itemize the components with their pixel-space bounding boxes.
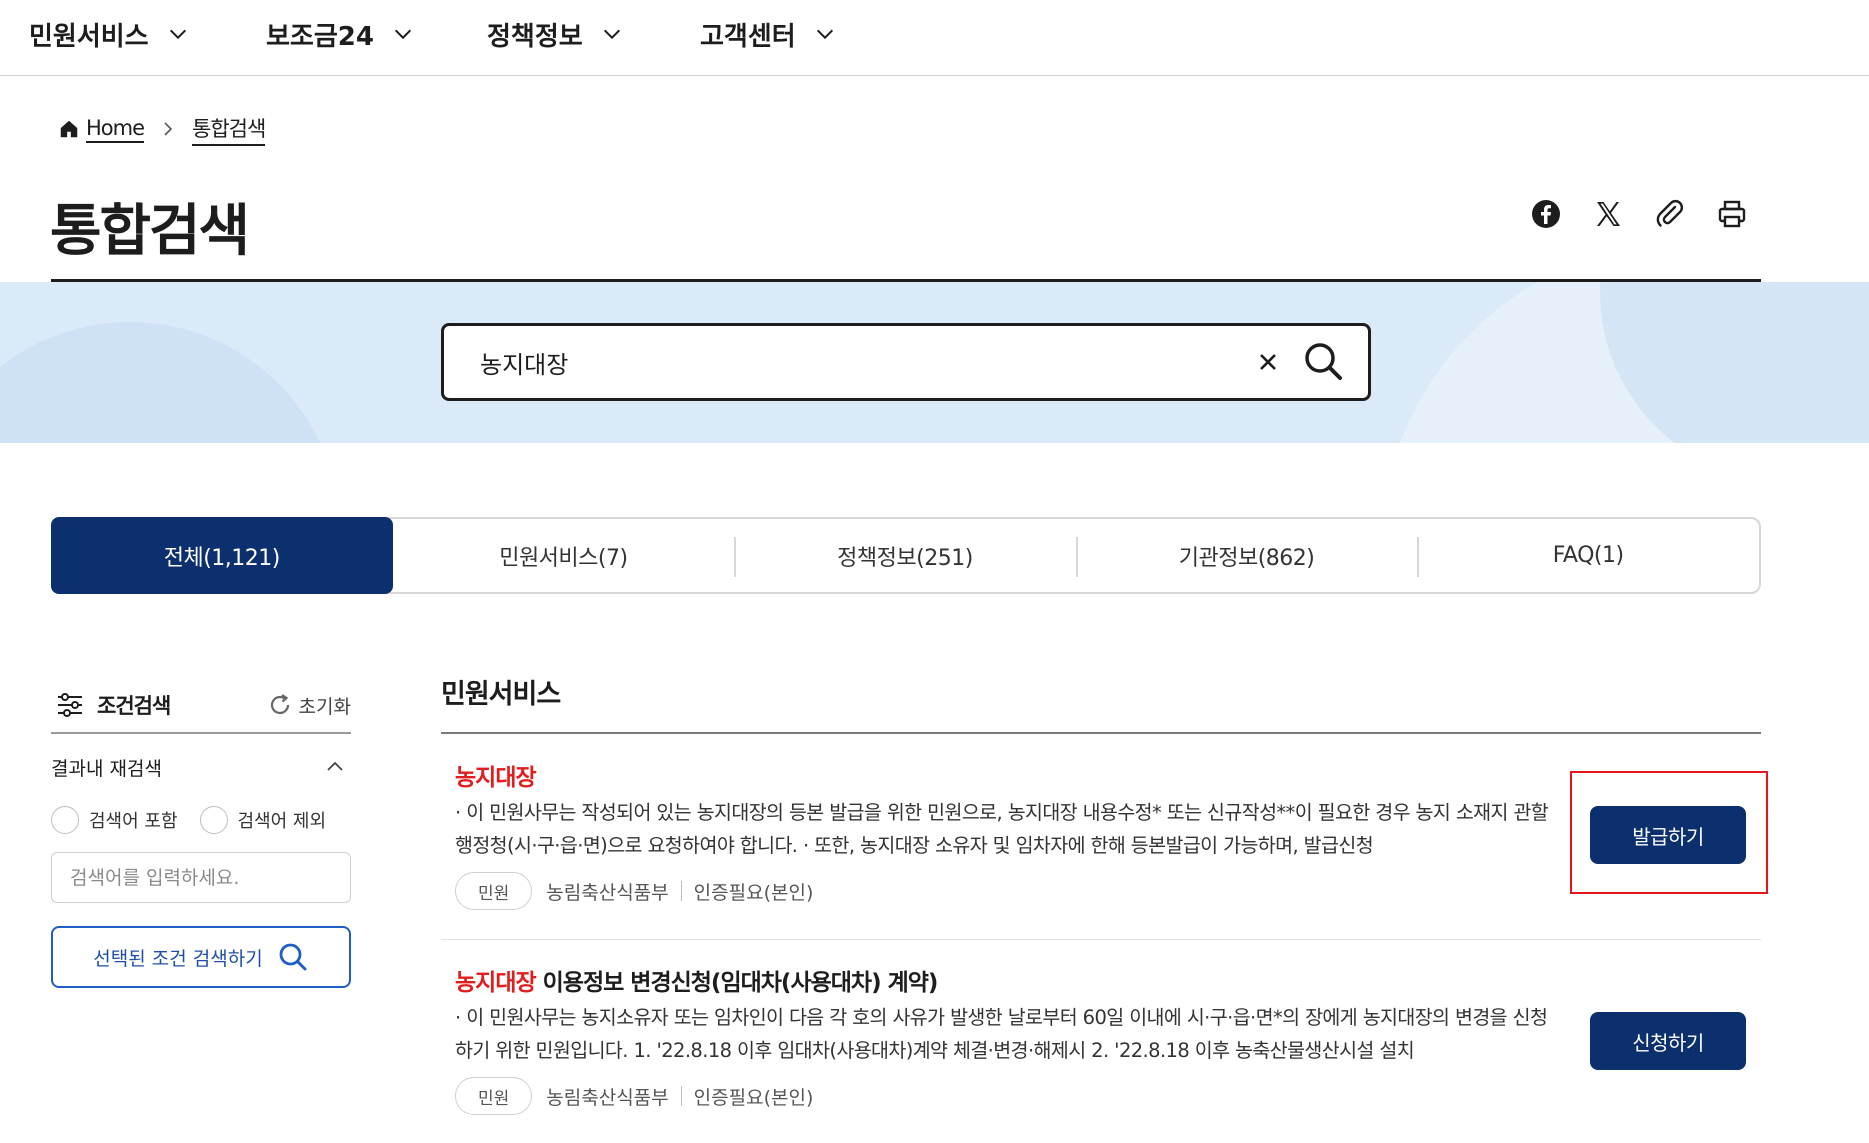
facebook-icon[interactable] bbox=[1530, 198, 1562, 230]
search-conditions-label: 선택된 조건 검색하기 bbox=[93, 947, 263, 970]
top-navigation: 민원서비스 보조금24 정책정보 고객센터 bbox=[0, 0, 1869, 76]
refine-search-header: 결과내 재검색 bbox=[51, 750, 351, 784]
tab-civil-service[interactable]: 민원서비스(7) bbox=[393, 519, 735, 592]
clear-icon[interactable] bbox=[1256, 350, 1280, 374]
result-item: 농지대장 · 이 민원사무는 작성되어 있는 농지대장의 등본 발급을 위한 민… bbox=[441, 758, 1761, 928]
result-title-highlight: 농지대장 bbox=[455, 970, 537, 996]
breadcrumb-home-link[interactable]: Home bbox=[86, 116, 145, 143]
result-description: · 이 민원사무는 작성되어 있는 농지대장의 등본 발급을 위한 민원으로, … bbox=[455, 801, 1549, 857]
section-title: 민원서비스 bbox=[441, 679, 561, 710]
chevron-right-icon bbox=[164, 122, 173, 136]
chevron-down-icon bbox=[169, 29, 186, 40]
breadcrumb-current[interactable]: 통합검색 bbox=[192, 113, 266, 146]
meta-divider bbox=[680, 1086, 682, 1106]
radio-circle bbox=[51, 806, 79, 834]
nav-item-label: 고객센터 bbox=[700, 21, 796, 52]
result-divider bbox=[441, 939, 1761, 940]
nav-item-label: 정책정보 bbox=[487, 21, 583, 52]
category-tabs: 전체(1,121) 민원서비스(7) 정책정보(251) 기관정보(862) F… bbox=[51, 517, 1761, 594]
chevron-down-icon bbox=[816, 29, 833, 40]
home-icon bbox=[60, 120, 78, 138]
nav-item-label: 민원서비스 bbox=[29, 21, 149, 52]
filter-sliders-icon bbox=[58, 693, 82, 717]
search-icon bbox=[279, 943, 307, 971]
tab-agency[interactable]: 기관정보(862) bbox=[1075, 519, 1418, 592]
share-toolbar bbox=[1530, 198, 1748, 230]
result-auth: 인증필요(본인) bbox=[693, 1086, 814, 1109]
banner-decoration bbox=[0, 322, 340, 443]
chevron-up-icon[interactable] bbox=[325, 757, 345, 777]
apply-button[interactable]: 신청하기 bbox=[1590, 1012, 1746, 1070]
search-box bbox=[441, 323, 1371, 401]
chevron-down-icon bbox=[603, 29, 620, 40]
x-icon[interactable] bbox=[1592, 198, 1624, 230]
result-title-highlight: 농지대장 bbox=[455, 765, 537, 791]
chevron-down-icon bbox=[394, 29, 411, 40]
refine-search-title: 결과내 재검색 bbox=[51, 757, 162, 780]
highlight-box bbox=[1570, 771, 1768, 894]
result-agency: 농림축산식품부 bbox=[546, 881, 669, 904]
refine-search-input[interactable] bbox=[51, 852, 351, 903]
result-tag: 민원 bbox=[455, 872, 533, 910]
filter-header: 조건검색 초기화 bbox=[55, 680, 351, 730]
exclude-keyword-radio[interactable]: 검색어 제외 bbox=[199, 806, 327, 834]
paperclip-icon[interactable] bbox=[1654, 198, 1686, 230]
reset-label: 초기화 bbox=[298, 695, 351, 718]
search-input[interactable] bbox=[480, 341, 1240, 383]
refine-options: 검색어 포함 검색어 제외 bbox=[51, 806, 326, 834]
include-keyword-radio[interactable]: 검색어 포함 bbox=[51, 806, 178, 834]
section-divider bbox=[441, 732, 1761, 734]
result-title-rest: 이용정보 변경신청(임대차(사용대차) 계약) bbox=[535, 970, 939, 996]
result-item: 농지대장 이용정보 변경신청(임대차(사용대차) 계약) · 이 민원사무는 농… bbox=[441, 963, 1761, 1133]
include-keyword-label: 검색어 포함 bbox=[89, 811, 178, 832]
result-description: · 이 민원사무는 농지소유자 또는 임차인이 다음 각 호의 사유가 발생한 … bbox=[455, 1006, 1548, 1062]
printer-icon[interactable] bbox=[1716, 198, 1748, 230]
filter-divider bbox=[51, 732, 351, 734]
result-auth: 인증필요(본인) bbox=[693, 881, 814, 904]
search-icon[interactable] bbox=[1302, 340, 1344, 382]
refresh-icon bbox=[270, 694, 289, 715]
reset-button[interactable]: 초기화 bbox=[267, 692, 351, 719]
result-tag: 민원 bbox=[455, 1077, 533, 1115]
page-title: 통합검색 bbox=[50, 199, 250, 264]
result-meta: 민원 농림축산식품부 인증필요(본인) bbox=[455, 1077, 813, 1115]
nav-item-label: 보조금24 bbox=[266, 21, 374, 52]
nav-item-subsidy[interactable]: 보조금24 bbox=[266, 12, 414, 56]
result-title-link[interactable]: 농지대장 bbox=[455, 758, 537, 792]
nav-item-civil-service[interactable]: 민원서비스 bbox=[29, 12, 189, 56]
search-conditions-button[interactable]: 선택된 조건 검색하기 bbox=[51, 926, 351, 988]
tab-policy[interactable]: 정책정보(251) bbox=[734, 519, 1076, 592]
exclude-keyword-label: 검색어 제외 bbox=[237, 811, 327, 832]
filter-title: 조건검색 bbox=[97, 694, 171, 718]
result-title-link[interactable]: 농지대장 이용정보 변경신청(임대차(사용대차) 계약) bbox=[455, 963, 939, 997]
result-meta: 민원 농림축산식품부 인증필요(본인) bbox=[455, 872, 813, 910]
result-agency: 농림축산식품부 bbox=[546, 1086, 669, 1109]
radio-circle bbox=[199, 806, 228, 834]
tab-faq[interactable]: FAQ(1) bbox=[1417, 519, 1759, 592]
breadcrumb: Home 통합검색 bbox=[58, 112, 266, 146]
nav-item-policy[interactable]: 정책정보 bbox=[487, 12, 623, 56]
tab-all[interactable]: 전체(1,121) bbox=[51, 517, 393, 594]
nav-item-customer-center[interactable]: 고객센터 bbox=[700, 12, 836, 56]
meta-divider bbox=[680, 881, 682, 901]
